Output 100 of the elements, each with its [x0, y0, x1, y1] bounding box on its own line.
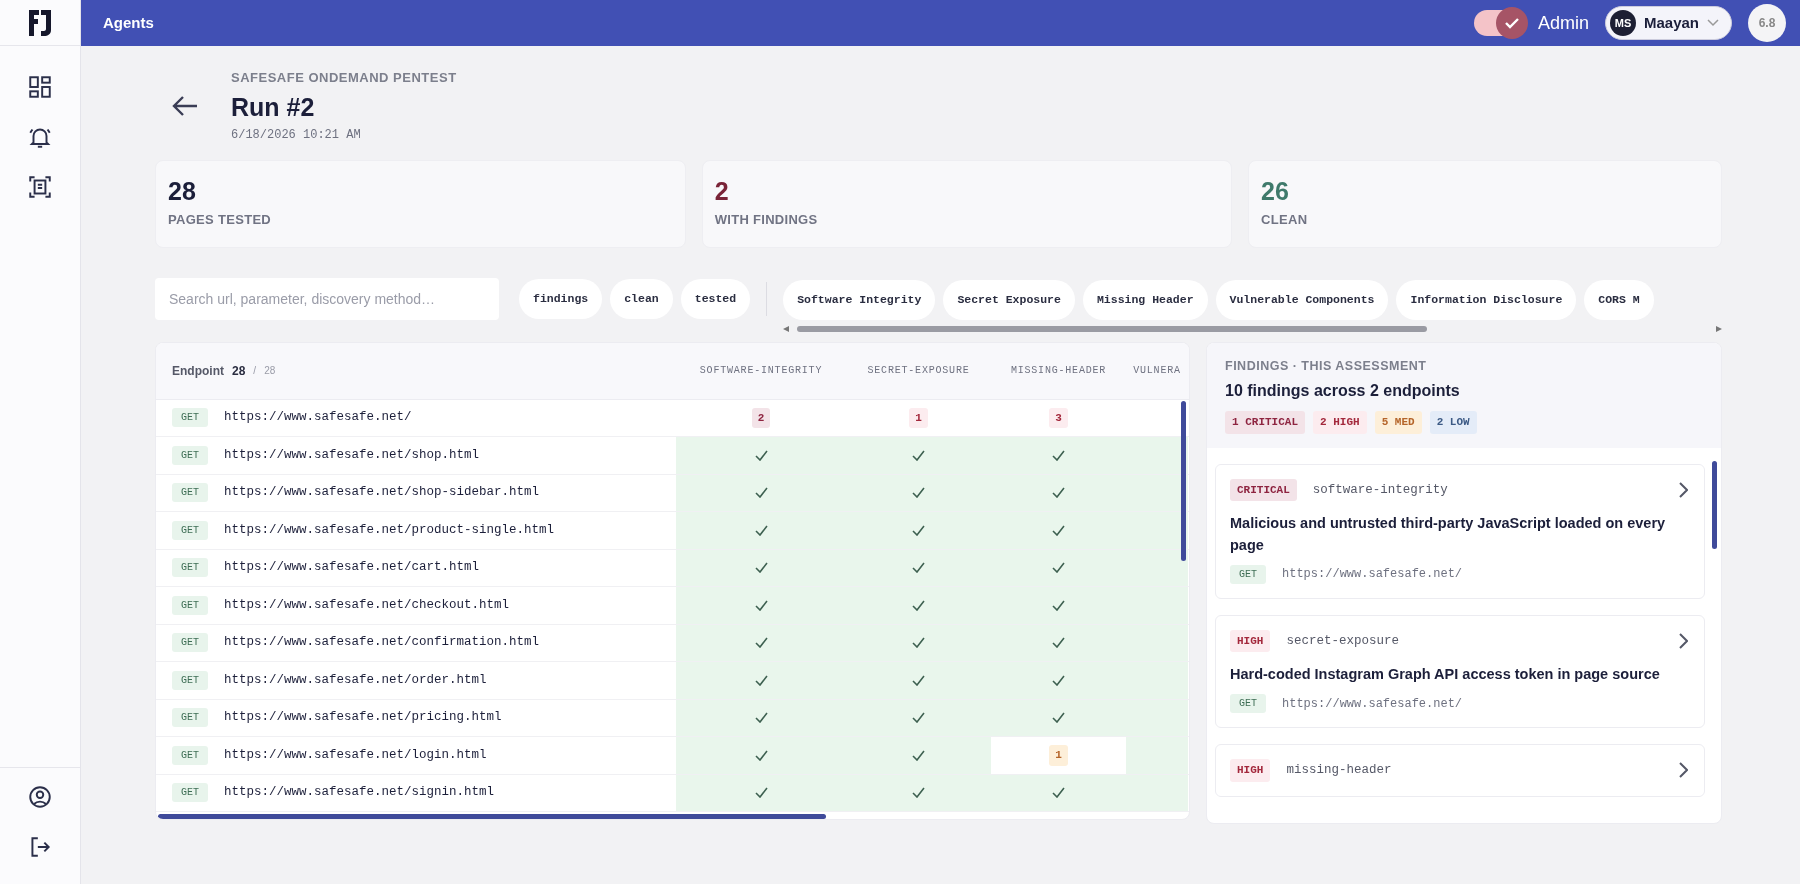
column-header: Endpoint — [172, 362, 224, 380]
method-badge: GET — [172, 633, 208, 653]
endpoint-url[interactable]: https://www.safesafe.net/login.html — [224, 745, 487, 765]
finding-card[interactable]: HIGH secret-exposure Hard-coded Instagram Graph API access token in page source GET https://www.safesafe.net/ — [1215, 614, 1705, 728]
search-field[interactable]: Search url, parameter, discovery method… — [155, 277, 499, 320]
finding-count: 2 — [751, 407, 771, 428]
endpoint-count: 28 — [232, 362, 246, 380]
method-badge: GET — [172, 595, 208, 615]
method-badge: GET — [172, 408, 208, 428]
project-label: SAFESAFE ONDEMAND PENTEST — [231, 69, 457, 87]
avatar: MS — [1609, 10, 1636, 36]
severity-badge: CRITICAL — [1230, 478, 1297, 502]
endpoint-url[interactable]: https://www.safesafe.net/confirmation.html — [224, 633, 540, 653]
page-title: Agents — [103, 12, 154, 33]
horizontal-scrollbar[interactable] — [783, 323, 1722, 334]
chevron-right-icon[interactable] — [1678, 762, 1688, 779]
stat-value: 28 — [168, 178, 197, 206]
filter-chip[interactable]: Vulnerable Components — [1215, 279, 1389, 320]
toggle-label: Admin — [1537, 11, 1589, 35]
check-icon — [912, 524, 925, 536]
method-badge: GET — [1230, 694, 1266, 713]
finding-category: software-integrity — [1312, 481, 1448, 499]
check-icon — [754, 599, 768, 611]
stat-label: CLEAN — [1261, 210, 1309, 229]
endpoint-url[interactable]: https://www.safesafe.net/shop.html — [224, 445, 480, 465]
check-icon — [754, 712, 768, 724]
finding-card[interactable]: HIGH missing-header — [1215, 744, 1705, 797]
chevron-right-icon[interactable] — [1678, 482, 1688, 498]
check-icon — [1052, 787, 1065, 799]
check-icon — [754, 674, 768, 686]
column-header: VULNERA — [1133, 364, 1181, 378]
endpoint-url[interactable]: https://www.safesafe.net/shop-sidebar.html — [224, 483, 540, 503]
endpoint-url[interactable]: https://www.safesafe.net/cart.html — [224, 558, 480, 578]
finding-title: Hard-coded Instagram Graph API access token in page source — [1230, 665, 1661, 685]
filter-chip[interactable]: clean — [610, 278, 673, 319]
panel-label: FINDINGS · THIS ASSESSMENT — [1225, 357, 1428, 375]
document-scan-icon[interactable] — [27, 174, 53, 200]
filter-chip[interactable]: CORS M — [1584, 279, 1654, 320]
filter-chip[interactable]: Missing Header — [1082, 279, 1208, 320]
filter-chip[interactable]: Software Integrity — [783, 279, 936, 320]
filter-chip[interactable]: findings — [519, 278, 603, 319]
check-icon — [1052, 449, 1065, 461]
back-arrow-icon[interactable] — [171, 93, 199, 118]
filter-chip[interactable]: Secret Exposure — [943, 279, 1075, 320]
check-icon — [754, 524, 768, 536]
finding-category: missing-header — [1286, 761, 1392, 779]
stat-value: 2 — [714, 178, 730, 206]
finding-count: 1 — [909, 407, 928, 428]
severity-count: 1 CRITICAL — [1225, 411, 1305, 434]
severity-count: 5 MED — [1374, 411, 1422, 434]
method-badge: GET — [172, 520, 208, 540]
column-header: SECRET-EXPOSURE — [867, 364, 970, 378]
check-icon — [912, 674, 925, 686]
finding-count: 1 — [1049, 745, 1068, 766]
method-badge: GET — [1230, 564, 1266, 584]
stat-value: 26 — [1261, 178, 1290, 206]
vertical-scrollbar[interactable] — [1712, 460, 1717, 549]
finding-category: secret-exposure — [1286, 632, 1399, 650]
check-icon — [1052, 674, 1065, 686]
logo-icon[interactable] — [27, 7, 53, 38]
check-icon — [912, 787, 925, 799]
user-icon[interactable] — [27, 784, 53, 810]
severity-count: 2 HIGH — [1313, 411, 1367, 434]
arrow-right-icon[interactable] — [1716, 325, 1722, 332]
method-badge: GET — [172, 745, 208, 765]
endpoint-url[interactable]: https://www.safesafe.net/pricing.html — [224, 708, 502, 728]
endpoint-total: 28 — [264, 364, 276, 378]
horizontal-scrollbar[interactable] — [158, 813, 826, 819]
severity-count: 2 LOW — [1429, 411, 1477, 434]
finding-count: 3 — [1049, 407, 1068, 428]
column-header: MISSING-HEADER — [1010, 364, 1107, 378]
stat-label: PAGES TESTED — [168, 210, 273, 229]
user-menu[interactable]: MS Maayan — [1604, 6, 1732, 40]
filter-chip[interactable]: tested — [680, 278, 751, 319]
caret-icon — [1707, 19, 1719, 27]
finding-card[interactable]: CRITICAL software-integrity Malicious and untrusted third-party JavaScript loaded on every page GET https://www.safesafe.net/ — [1215, 463, 1705, 599]
method-badge: GET — [172, 783, 208, 803]
chevron-right-icon[interactable] — [1678, 633, 1688, 649]
count-separator: / — [253, 364, 257, 378]
endpoint-url[interactable]: https://www.safesafe.net/order.html — [224, 670, 487, 690]
method-badge: GET — [172, 445, 208, 465]
endpoint-url[interactable]: https://www.safesafe.net/product-single.html — [224, 520, 555, 540]
severity-badge: HIGH — [1230, 629, 1271, 653]
check-icon — [912, 637, 925, 649]
dashboard-icon[interactable] — [27, 74, 53, 100]
check-icon — [1052, 712, 1065, 724]
endpoint-url[interactable]: https://www.safesafe.net/checkout.html — [224, 595, 510, 615]
endpoint-url[interactable]: https://www.safesafe.net/signin.html — [224, 783, 495, 803]
check-icon — [1052, 487, 1065, 499]
toggle-switch[interactable] — [1473, 10, 1526, 36]
method-badge: GET — [172, 708, 208, 728]
endpoint-url[interactable]: https://www.safesafe.net/ — [224, 408, 412, 428]
arrow-left-icon[interactable] — [783, 325, 790, 332]
filter-chip[interactable]: Information Disclosure — [1396, 279, 1577, 320]
check-icon — [754, 637, 768, 649]
vertical-scrollbar[interactable] — [1181, 400, 1186, 561]
check-icon — [754, 749, 768, 761]
check-icon — [754, 487, 768, 499]
check-icon — [754, 449, 768, 461]
check-icon — [912, 749, 925, 761]
